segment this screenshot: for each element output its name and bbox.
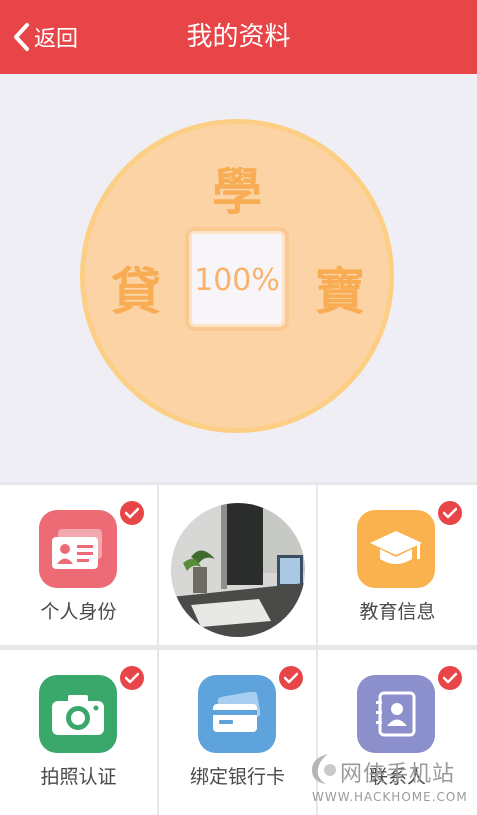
- education-tile: [357, 510, 435, 588]
- coin-char-left: 貸: [111, 262, 161, 321]
- identity-tile: [39, 510, 117, 588]
- verified-check-icon: [120, 501, 144, 525]
- id-card-icon: [52, 529, 102, 569]
- bank-card-icon: [213, 692, 261, 732]
- grid-item-bank-card[interactable]: 绑定银行卡: [159, 650, 316, 815]
- grid-item-label: 绑定银行卡: [189, 766, 285, 788]
- coin-badge: 學 貸 寶 100%: [80, 119, 394, 433]
- grid-item-label: 拍照认证: [40, 766, 117, 788]
- coin-center: 100%: [185, 227, 289, 331]
- completion-percent: 100%: [194, 263, 280, 298]
- camera-tile: [39, 675, 117, 753]
- page-title: 我的资料: [186, 22, 291, 52]
- grid-item-label: 个人身份: [40, 601, 117, 623]
- camera-icon: [52, 695, 104, 735]
- verified-check-icon: [279, 666, 303, 690]
- bank-card-tile: [198, 675, 276, 753]
- watermark-url: WWW.HACKHOME.COM: [312, 790, 468, 804]
- grid-item-photo-verify[interactable]: 拍照认证: [0, 650, 157, 815]
- grid-item-label: 教育信息: [359, 601, 436, 623]
- contacts-tile: [357, 675, 435, 753]
- watermark-logo-icon: [312, 754, 336, 784]
- graduation-cap-icon: [370, 531, 422, 564]
- watermark: 网侠手机站 WWW.HACKHOME.COM: [304, 748, 474, 812]
- header-bar: 返回 我的资料: [0, 0, 477, 74]
- grid-item-identity[interactable]: 个人身份: [0, 485, 157, 645]
- verified-check-icon: [438, 666, 462, 690]
- avatar-photo: [171, 503, 305, 637]
- coin-char-right: 寶: [315, 262, 365, 321]
- verified-check-icon: [120, 666, 144, 690]
- grid-item-education[interactable]: 教育信息: [318, 485, 477, 645]
- coin-char-top: 學: [212, 162, 262, 221]
- verified-check-icon: [438, 501, 462, 525]
- watermark-name: 网侠手机站: [340, 762, 456, 787]
- profile-progress-panel: 學 貸 寶 100%: [0, 74, 477, 482]
- contacts-icon: [376, 691, 416, 737]
- grid-item-avatar[interactable]: [159, 485, 316, 645]
